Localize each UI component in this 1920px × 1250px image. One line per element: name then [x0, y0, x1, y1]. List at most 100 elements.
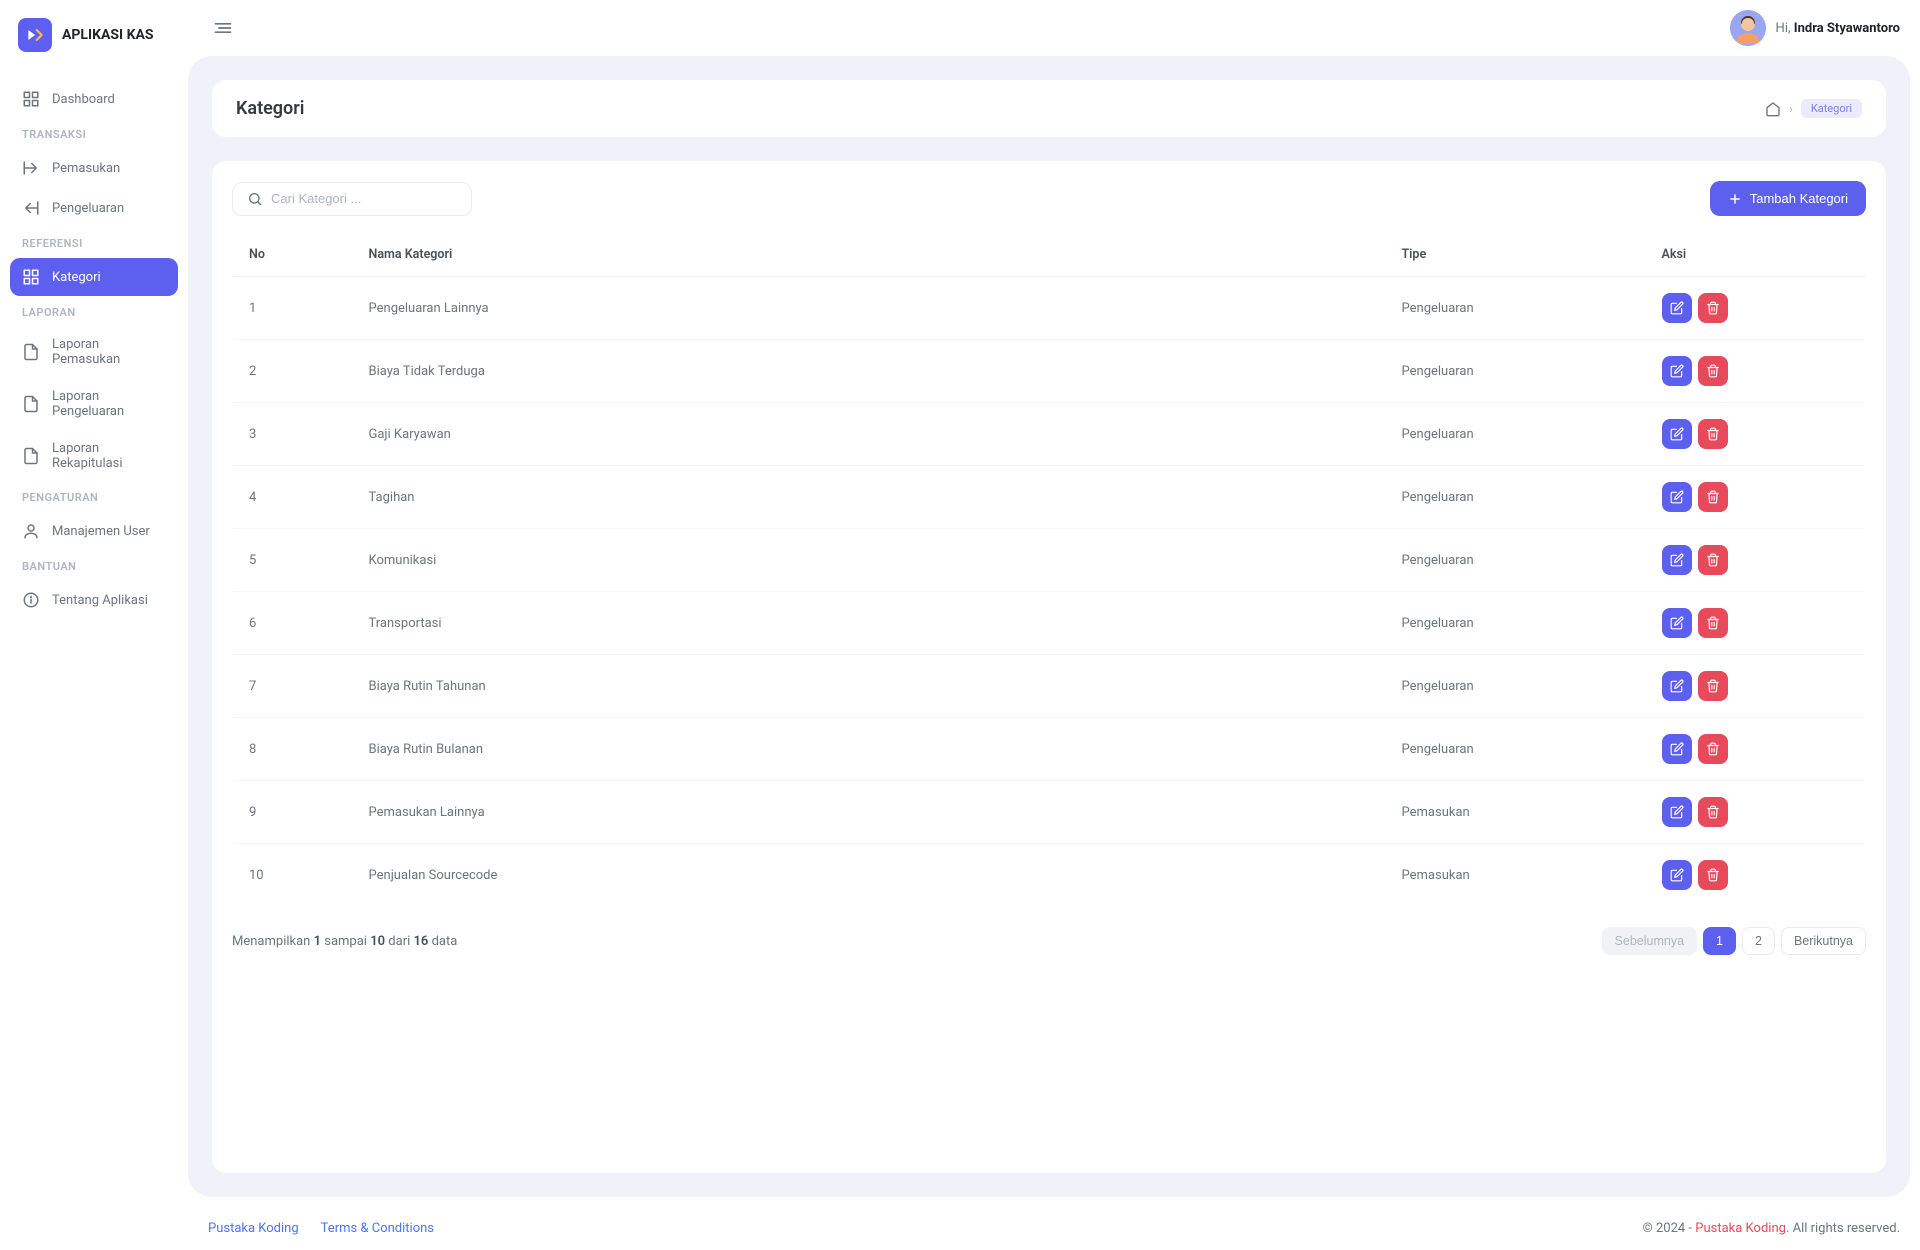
nav-header: LAPORAN [10, 298, 178, 327]
nav-item-tentang-aplikasi[interactable]: Tentang Aplikasi [10, 581, 178, 619]
footer-link-pustaka[interactable]: Pustaka Koding [208, 1221, 299, 1236]
page-prev-button[interactable]: Sebelumnya [1602, 927, 1698, 955]
delete-button[interactable] [1698, 734, 1728, 764]
page-1-button[interactable]: 1 [1703, 927, 1736, 955]
nav-item-kategori[interactable]: Kategori [10, 258, 178, 296]
nav-item-manajemen-user[interactable]: Manajemen User [10, 512, 178, 550]
edit-button[interactable] [1662, 293, 1692, 323]
nav-item-pengeluaran[interactable]: Pengeluaran [10, 189, 178, 227]
nav-item-dashboard[interactable]: Dashboard [10, 80, 178, 118]
cell-type: Pemasukan [1386, 844, 1646, 907]
nav-item-laporan-pemasukan[interactable]: Laporan Pemasukan [10, 327, 178, 377]
nav-header: PENGATURAN [10, 483, 178, 512]
table-row: 7Biaya Rutin TahunanPengeluaran [233, 655, 1866, 718]
breadcrumb: › Kategori [1765, 99, 1862, 118]
search-icon [247, 191, 263, 207]
cell-no: 2 [233, 340, 353, 403]
delete-button[interactable] [1698, 545, 1728, 575]
edit-button[interactable] [1662, 482, 1692, 512]
page-header: Kategori › Kategori [212, 80, 1886, 137]
user-greeting: Hi, Indra Styawantoro [1776, 21, 1900, 36]
edit-button[interactable] [1662, 734, 1692, 764]
cell-name: Tagihan [353, 466, 1386, 529]
nav-item-label: Pengeluaran [52, 201, 124, 216]
search-box[interactable] [232, 182, 472, 216]
nav-item-pemasukan[interactable]: Pemasukan [10, 149, 178, 187]
footer-brand-link[interactable]: Pustaka Koding [1695, 1221, 1786, 1236]
table-row: 5KomunikasiPengeluaran [233, 529, 1866, 592]
delete-button[interactable] [1698, 293, 1728, 323]
cell-name: Biaya Rutin Tahunan [353, 655, 1386, 718]
nav-header: TRANSAKSI [10, 120, 178, 149]
nav-item-laporan-rekapitulasi[interactable]: Laporan Rekapitulasi [10, 431, 178, 481]
cell-name: Komunikasi [353, 529, 1386, 592]
cell-no: 4 [233, 466, 353, 529]
delete-button[interactable] [1698, 797, 1728, 827]
cell-no: 3 [233, 403, 353, 466]
file-icon [22, 447, 40, 465]
cell-type: Pengeluaran [1386, 655, 1646, 718]
cell-name: Biaya Tidak Terduga [353, 340, 1386, 403]
grid-icon [22, 90, 40, 108]
user-menu[interactable]: Hi, Indra Styawantoro [1730, 10, 1900, 46]
brand-text: APLIKASI KAS [62, 27, 154, 43]
th-type: Tipe [1386, 233, 1646, 277]
delete-button[interactable] [1698, 860, 1728, 890]
plus-icon [1728, 192, 1742, 206]
home-icon[interactable] [1765, 101, 1781, 117]
brand-logo-icon [18, 18, 52, 52]
edit-button[interactable] [1662, 860, 1692, 890]
nav-header: REFERENSI [10, 229, 178, 258]
add-category-button[interactable]: Tambah Kategori [1710, 181, 1866, 216]
nav-item-label: Pemasukan [52, 161, 120, 176]
page-next-button[interactable]: Berikutnya [1781, 927, 1866, 955]
nav-item-label: Laporan Pengeluaran [52, 389, 166, 419]
edit-button[interactable] [1662, 356, 1692, 386]
nav-item-label: Dashboard [52, 92, 115, 107]
footer-link-terms[interactable]: Terms & Conditions [321, 1221, 434, 1236]
nav-item-label: Manajemen User [52, 524, 150, 539]
pagination: Sebelumnya12Berikutnya [1602, 927, 1866, 955]
edit-button[interactable] [1662, 545, 1692, 575]
cell-type: Pengeluaran [1386, 340, 1646, 403]
file-icon [22, 395, 40, 413]
delete-button[interactable] [1698, 608, 1728, 638]
cell-no: 8 [233, 718, 353, 781]
nav-item-label: Laporan Rekapitulasi [52, 441, 166, 471]
table-row: 6TransportasiPengeluaran [233, 592, 1866, 655]
cell-name: Penjualan Sourcecode [353, 844, 1386, 907]
edit-button[interactable] [1662, 797, 1692, 827]
search-input[interactable] [271, 191, 457, 206]
delete-button[interactable] [1698, 419, 1728, 449]
showing-text: Menampilkan 1 sampai 10 dari 16 data [232, 934, 457, 949]
user-icon [22, 522, 40, 540]
brand[interactable]: APLIKASI KAS [10, 10, 178, 60]
nav-item-laporan-pengeluaran[interactable]: Laporan Pengeluaran [10, 379, 178, 429]
delete-button[interactable] [1698, 356, 1728, 386]
nav-header: BANTUAN [10, 552, 178, 581]
menu-toggle-button[interactable] [208, 13, 238, 43]
add-button-label: Tambah Kategori [1750, 191, 1848, 206]
page-2-button[interactable]: 2 [1742, 927, 1775, 955]
delete-button[interactable] [1698, 671, 1728, 701]
topbar: Hi, Indra Styawantoro [188, 0, 1920, 56]
cell-type: Pengeluaran [1386, 277, 1646, 340]
sidebar: APLIKASI KAS Dashboard TRANSAKSI Pemasukan… [0, 0, 188, 1250]
table-row: 10Penjualan SourcecodePemasukan [233, 844, 1866, 907]
th-name: Nama Kategori [353, 233, 1386, 277]
file-icon [22, 343, 40, 361]
cell-name: Pemasukan Lainnya [353, 781, 1386, 844]
edit-button[interactable] [1662, 608, 1692, 638]
edit-button[interactable] [1662, 671, 1692, 701]
cell-no: 10 [233, 844, 353, 907]
table-row: 9Pemasukan LainnyaPemasukan [233, 781, 1866, 844]
delete-button[interactable] [1698, 482, 1728, 512]
cell-name: Biaya Rutin Bulanan [353, 718, 1386, 781]
cell-no: 7 [233, 655, 353, 718]
cell-name: Pengeluaran Lainnya [353, 277, 1386, 340]
cell-type: Pengeluaran [1386, 718, 1646, 781]
edit-button[interactable] [1662, 419, 1692, 449]
data-card: Tambah Kategori No Nama Kategori Tipe Ak… [212, 161, 1886, 1173]
footer: Pustaka Koding Terms & Conditions © 2024… [188, 1207, 1920, 1250]
cell-no: 9 [233, 781, 353, 844]
